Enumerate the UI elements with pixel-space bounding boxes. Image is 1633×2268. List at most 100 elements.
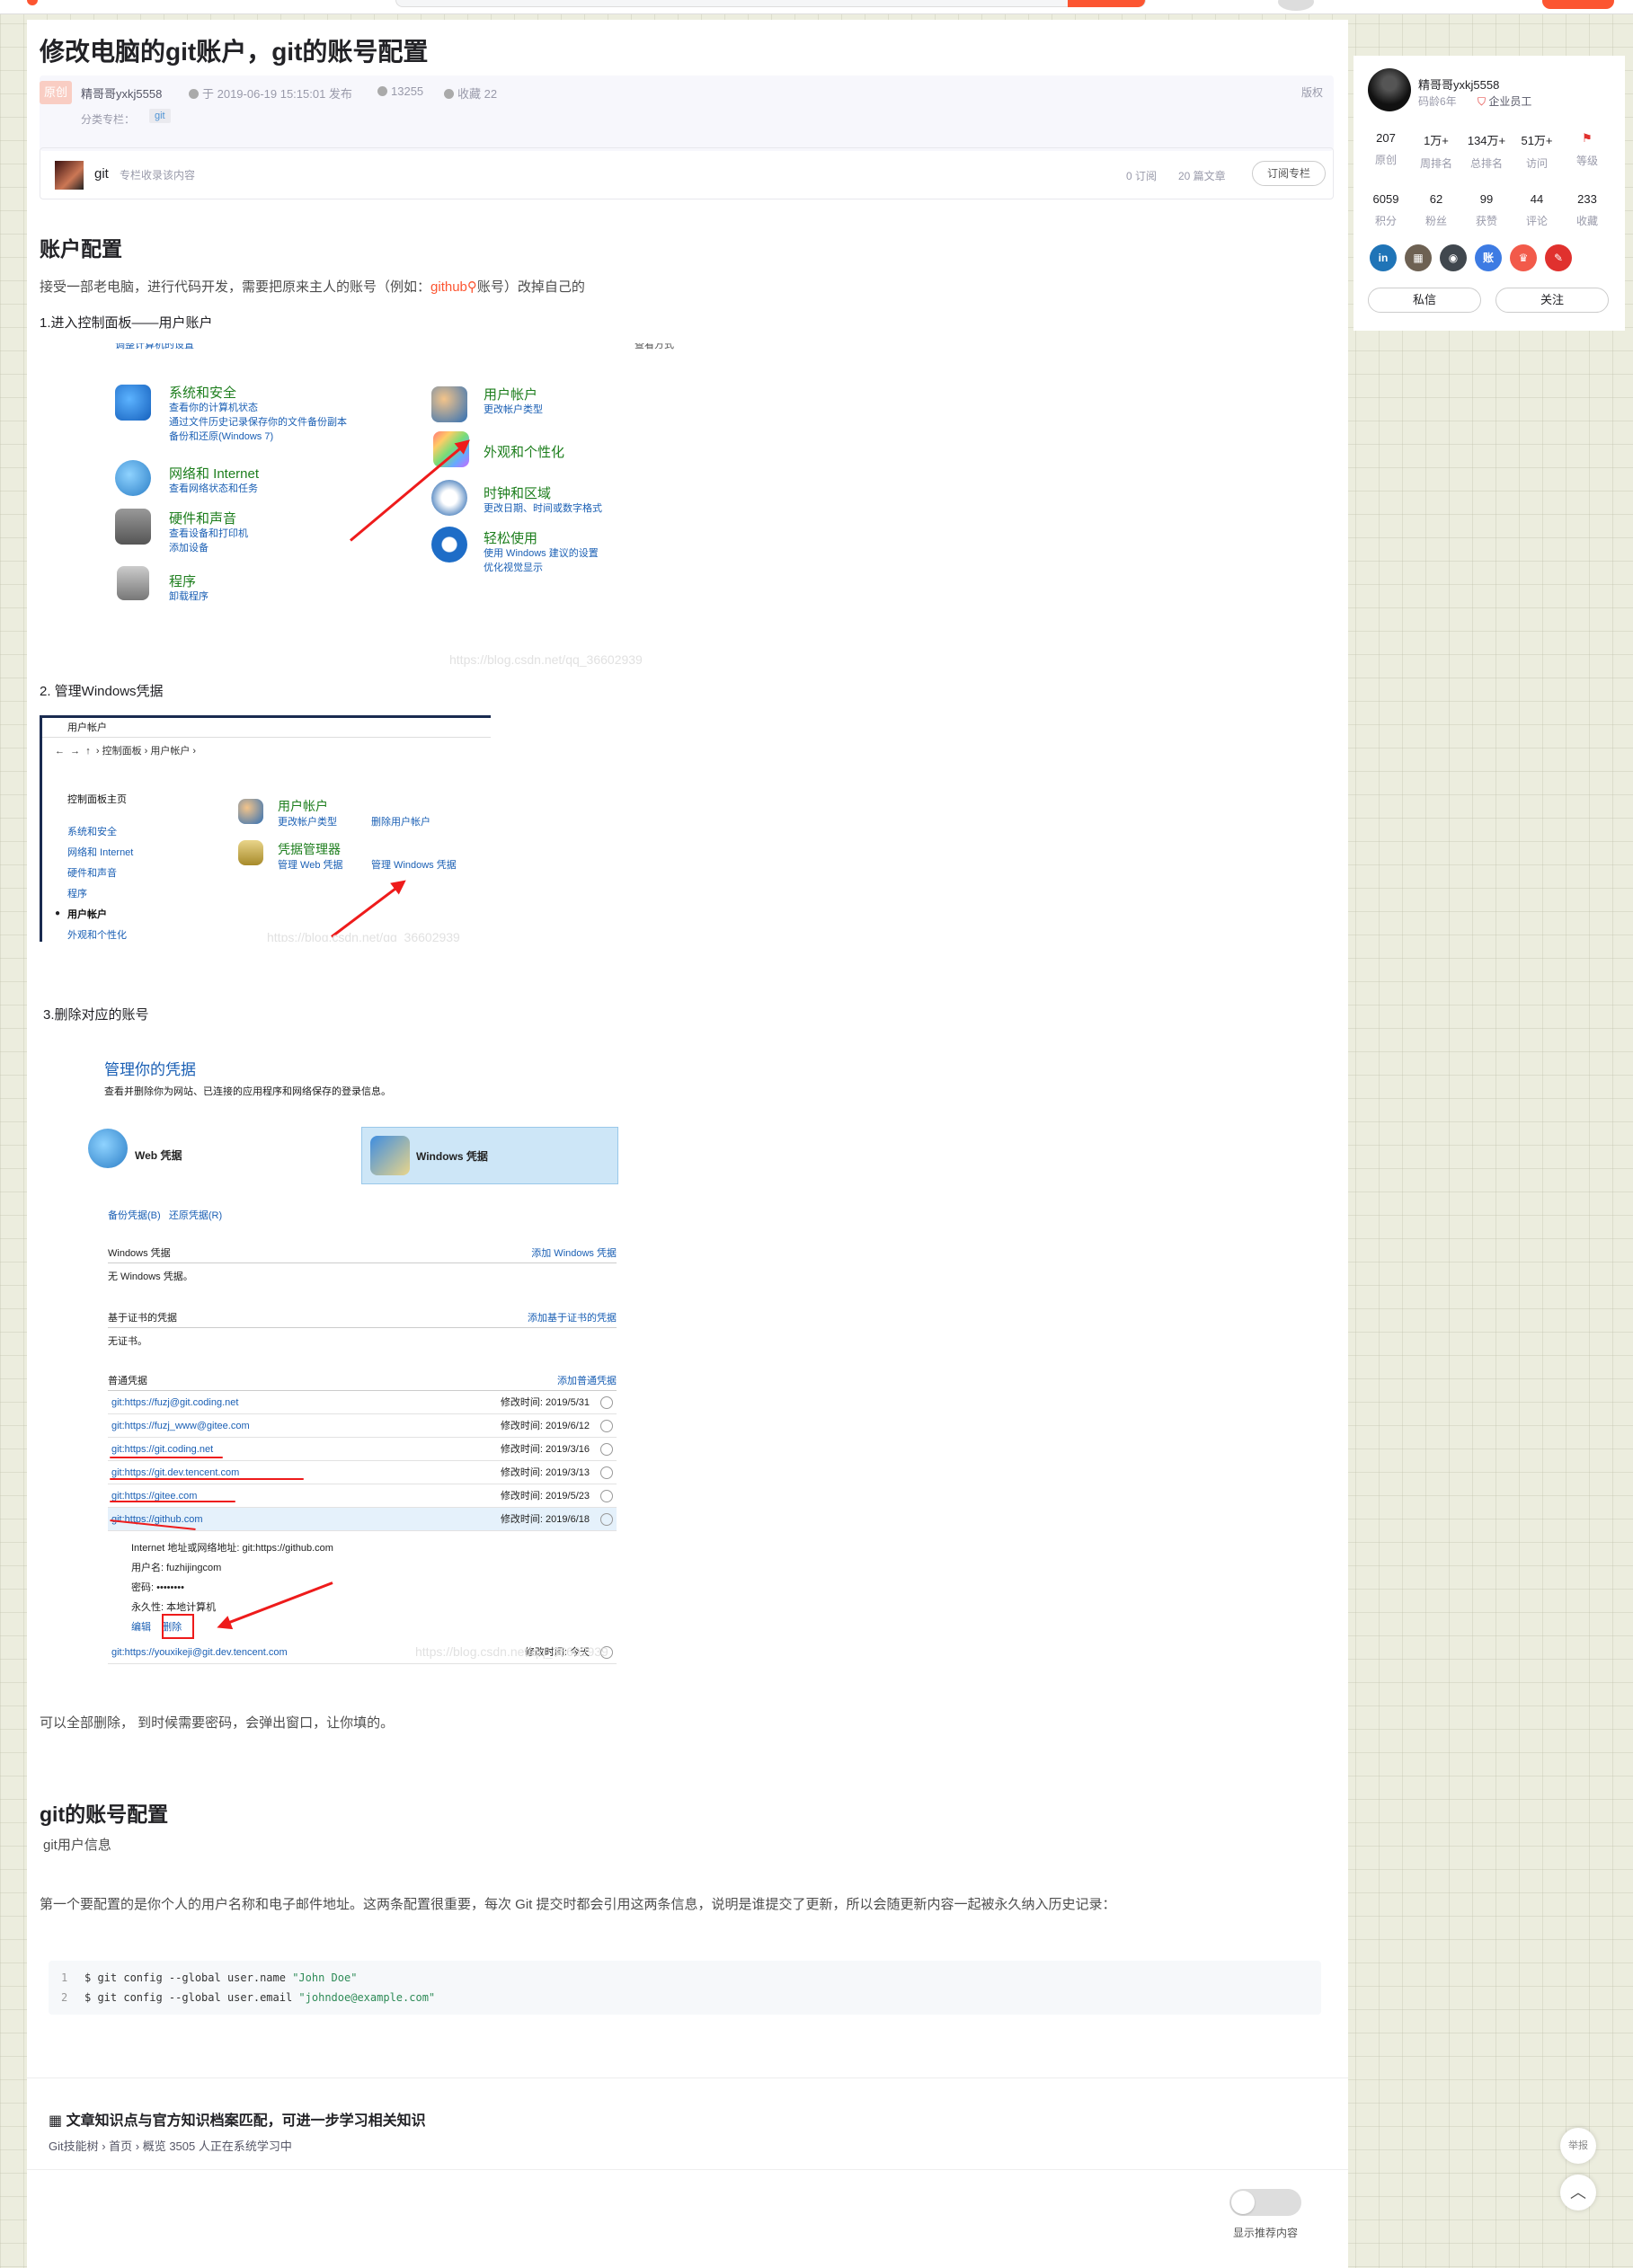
column-name[interactable]: git bbox=[94, 166, 109, 182]
collect-count[interactable]: 收藏 22 bbox=[444, 84, 497, 102]
expand-chevron-icon[interactable] bbox=[600, 1420, 613, 1432]
stat-week-rank[interactable]: 1万+ 周排名 bbox=[1411, 131, 1461, 171]
credential-row[interactable]: git:https://fuzj_www@gitee.com 修改时间: 2019… bbox=[108, 1414, 617, 1438]
cp-ease-access[interactable]: 轻松使用 bbox=[484, 528, 537, 547]
knowledge-breadcrumb[interactable]: Git技能树 › 首页 › 概览 3505 人正在系统学习中 bbox=[49, 2137, 292, 2154]
cp-programs-sub1[interactable]: 卸载程序 bbox=[169, 589, 209, 604]
side-system[interactable]: 系统和安全 bbox=[67, 824, 117, 838]
cp-network-sub1[interactable]: 查看网络状态和任务 bbox=[169, 482, 258, 496]
add-generic-cred-link[interactable]: 添加普通凭据 bbox=[557, 1373, 617, 1387]
author-name[interactable]: 精哥哥yxkj5558 bbox=[1418, 75, 1499, 93]
expand-chevron-icon[interactable] bbox=[600, 1466, 613, 1479]
column-cover-image[interactable] bbox=[55, 161, 84, 190]
badge-linkedin-icon[interactable]: in bbox=[1370, 244, 1397, 271]
cp-hardware[interactable]: 硬件和声音 bbox=[169, 509, 236, 527]
expand-chevron-icon[interactable] bbox=[600, 1396, 613, 1409]
stat-visits[interactable]: 51万+ 访问 bbox=[1512, 131, 1562, 171]
backup-credentials-link[interactable]: 备份凭据(B) bbox=[108, 1210, 161, 1221]
tab-web-credentials[interactable]: Web 凭据 bbox=[81, 1127, 333, 1184]
badge-crown-icon[interactable]: ♛ bbox=[1510, 244, 1537, 271]
follow-button[interactable]: 关注 bbox=[1495, 288, 1609, 313]
windows-credential-icon bbox=[370, 1136, 410, 1175]
divider bbox=[27, 2169, 1348, 2170]
stat-value: 207 bbox=[1376, 131, 1396, 145]
back-arrow-icon[interactable]: ← → ↑ bbox=[55, 746, 96, 757]
credential-row[interactable]: git:https://gitee.com 修改时间: 2019/5/23 bbox=[108, 1484, 617, 1508]
manage-windows-creds[interactable]: 管理 Windows 凭据 bbox=[371, 858, 457, 873]
credential-name[interactable]: git:https://git.dev.tencent.com bbox=[111, 1461, 239, 1484]
cp-programs[interactable]: 程序 bbox=[169, 571, 196, 590]
badge-github-icon[interactable]: ◉ bbox=[1440, 244, 1467, 271]
code-block[interactable]: 1 $ git config --global user.name "John … bbox=[49, 1961, 1321, 2015]
expand-chevron-icon[interactable] bbox=[600, 1443, 613, 1456]
credential-name[interactable]: git:https://fuzj@git.coding.net bbox=[111, 1391, 238, 1414]
credential-row[interactable]: git:https://git.dev.tencent.com 修改时间: 201… bbox=[108, 1461, 617, 1484]
copyright-link[interactable]: 版权 bbox=[1301, 84, 1323, 100]
cp-hardware-sub2[interactable]: 添加设备 bbox=[169, 541, 209, 555]
stat-original[interactable]: 207 原创 bbox=[1361, 131, 1411, 167]
csdn-logo-icon[interactable] bbox=[27, 0, 38, 5]
search-input[interactable] bbox=[395, 0, 1146, 7]
collapse-chevron-icon[interactable] bbox=[600, 1513, 613, 1526]
side-user-accounts[interactable]: 用户帐户 bbox=[67, 907, 107, 921]
author-link[interactable]: 精哥哥yxkj5558 bbox=[81, 84, 162, 102]
stat-points[interactable]: 6059 积分 bbox=[1361, 192, 1411, 228]
subscribe-column-button[interactable]: 订阅专栏 bbox=[1252, 161, 1326, 186]
cp-system-sub3[interactable]: 备份和还原(Windows 7) bbox=[169, 430, 273, 444]
back-to-top-button[interactable]: ︿ bbox=[1560, 2175, 1596, 2210]
user-avatar[interactable] bbox=[1278, 0, 1314, 11]
message-button[interactable]: 私信 bbox=[1368, 288, 1481, 313]
recommend-toggle[interactable] bbox=[1229, 2189, 1301, 2216]
cp-network[interactable]: 网络和 Internet bbox=[169, 464, 259, 483]
ua-title[interactable]: 用户帐户 bbox=[278, 797, 328, 815]
cp-user-accounts-sub1[interactable]: 更改帐户类型 bbox=[484, 403, 543, 417]
badge-blog-icon[interactable]: ▦ bbox=[1405, 244, 1432, 271]
stat-collects[interactable]: 233 收藏 bbox=[1562, 192, 1612, 228]
stat-total-rank[interactable]: 134万+ 总排名 bbox=[1461, 131, 1512, 171]
ua-delete-account[interactable]: 删除用户帐户 bbox=[371, 815, 430, 829]
cp-system-sub1[interactable]: 查看你的计算机状态 bbox=[169, 401, 258, 415]
manage-web-creds[interactable]: 管理 Web 凭据 bbox=[278, 858, 343, 873]
cp-system-sub2[interactable]: 通过文件历史记录保存你的文件备份副本 bbox=[169, 415, 347, 430]
stat-fans[interactable]: 62 粉丝 bbox=[1411, 192, 1461, 228]
add-cert-cred-link[interactable]: 添加基于证书的凭据 bbox=[528, 1310, 617, 1324]
credential-row[interactable]: git:https://fuzj@git.coding.net 修改时间: 201… bbox=[108, 1391, 617, 1414]
side-network[interactable]: 网络和 Internet bbox=[67, 845, 133, 859]
cp-ease-sub1[interactable]: 使用 Windows 建议的设置 bbox=[484, 546, 599, 561]
stat-likes[interactable]: 99 获赞 bbox=[1461, 192, 1512, 228]
edit-link[interactable]: 编辑 bbox=[131, 1622, 151, 1633]
cp-user-accounts[interactable]: 用户帐户 bbox=[484, 385, 537, 403]
side-cp-home[interactable]: 控制面板主页 bbox=[67, 792, 127, 806]
credential-name[interactable]: git:https://youxikeji@git.dev.tencent.co… bbox=[111, 1641, 288, 1664]
report-button[interactable]: 举报 bbox=[1560, 2128, 1596, 2164]
cred-manager-title[interactable]: 凭据管理器 bbox=[278, 840, 341, 858]
credential-name[interactable]: git:https://gitee.com bbox=[111, 1484, 197, 1508]
cp-clock-sub1[interactable]: 更改日期、时间或数字格式 bbox=[484, 501, 602, 516]
side-programs[interactable]: 程序 bbox=[67, 886, 87, 900]
stat-comments[interactable]: 44 评论 bbox=[1512, 192, 1562, 228]
expand-chevron-icon[interactable] bbox=[600, 1490, 613, 1502]
badge-writer-icon[interactable]: ✎ bbox=[1545, 244, 1572, 271]
add-windows-cred-link[interactable]: 添加 Windows 凭据 bbox=[531, 1245, 617, 1260]
address-bar[interactable]: ← → ↑ › 控制面板 › 用户帐户 › bbox=[42, 740, 491, 763]
side-hardware[interactable]: 硬件和声音 bbox=[67, 865, 117, 880]
breadcrumb[interactable]: › 控制面板 › 用户帐户 › bbox=[96, 746, 196, 757]
github-keyword-link[interactable]: github bbox=[430, 279, 467, 295]
cp-hardware-sub1[interactable]: 查看设备和打印机 bbox=[169, 527, 248, 541]
badge-account-icon[interactable]: 账 bbox=[1475, 244, 1502, 271]
author-avatar[interactable] bbox=[1368, 68, 1411, 111]
search-button[interactable] bbox=[1068, 0, 1145, 7]
cp-system-security[interactable]: 系统和安全 bbox=[169, 383, 236, 402]
cp-ease-sub2[interactable]: 优化视觉显示 bbox=[484, 561, 543, 575]
category-tag[interactable]: git bbox=[149, 109, 171, 123]
ua-change-type[interactable]: 更改帐户类型 bbox=[278, 815, 337, 829]
publish-button[interactable] bbox=[1542, 0, 1614, 9]
credential-name[interactable]: git:https://fuzj_www@gitee.com bbox=[111, 1414, 250, 1438]
cp-clock-region[interactable]: 时钟和区域 bbox=[484, 483, 551, 502]
annotation-underline bbox=[110, 1478, 304, 1480]
cp-appearance[interactable]: 外观和个性化 bbox=[484, 442, 564, 461]
restore-credentials-link[interactable]: 还原凭据(R) bbox=[169, 1210, 222, 1221]
side-appearance[interactable]: 外观和个性化 bbox=[67, 927, 127, 942]
stat-level[interactable]: ⚑ 等级 bbox=[1562, 131, 1612, 168]
stat-value: 62 bbox=[1429, 192, 1443, 206]
